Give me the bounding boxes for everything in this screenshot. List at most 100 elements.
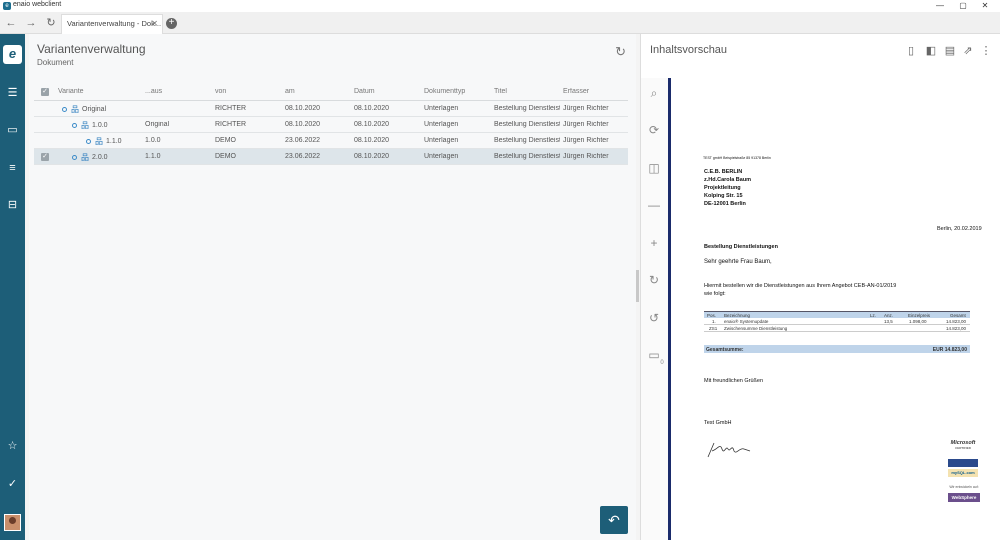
column-header-titel[interactable]: Titel (494, 88, 507, 95)
hierarchy-icon: 品 (81, 153, 89, 162)
expand-node-icon[interactable] (62, 107, 67, 112)
preview-title: Inhaltsvorschau (650, 44, 728, 56)
cell-bezeichnung: enaio® Systemupdate (724, 319, 769, 324)
cell-dokumenttyp: Unterlagen (424, 121, 459, 128)
rotate-ccw-icon[interactable]: ↺ (647, 311, 661, 325)
column-header-variante[interactable]: Variante (58, 88, 84, 95)
window-title: enaio webclient (13, 1, 62, 8)
cell-bezeichnung: Zwischensumme Dienstleistung (724, 326, 788, 331)
signature (707, 442, 751, 458)
external-icon[interactable]: ⇗ (961, 44, 975, 57)
cell-pos: 1. (712, 319, 716, 324)
address-line: DE-12001 Berlin (704, 201, 746, 207)
column-header-dokumenttyp[interactable]: Dokumenttyp (424, 88, 465, 95)
panel-splitter[interactable] (636, 270, 639, 302)
cell-titel: Bestellung Dienstleist (494, 121, 560, 128)
monitor-icon[interactable]: ▭ (4, 122, 21, 139)
we-develop-label: Wir entwickeln auf: (949, 485, 979, 489)
zoom-out-icon[interactable]: — (647, 198, 661, 212)
sync-icon[interactable]: ⟳ (647, 123, 661, 137)
letter-subject: Bestellung Dienstleistungen (704, 244, 778, 250)
tab-close-icon[interactable]: ✕ (151, 15, 158, 33)
preview-toolbar: ⌕ ⟳ ◫ — + ↻ ↺ ▭ 0 (641, 78, 668, 540)
variant-label: 1.1.0 (106, 138, 122, 145)
cell-erfasser: Jürgen Richter (563, 153, 609, 160)
variant-label: Original (82, 106, 107, 113)
cell-am: 23.06.2022 (285, 137, 321, 144)
tree-node[interactable]: 品 1.0.0 (72, 120, 108, 130)
preview-panel: Inhaltsvorschau ▯ ◧ ▤ ⇗ ⋮ ⌕ ⟳ ◫ — + ↻ ↺ … (640, 34, 1000, 540)
enaio-logo[interactable]: e (3, 45, 22, 64)
stack-icon[interactable]: ☰ (4, 85, 21, 102)
select-all-checkbox[interactable]: ✓ (41, 88, 49, 96)
order-total: Gesamtsumme: EUR 14.823,00 (704, 345, 970, 353)
cell-datum: 08.10.2020 (354, 121, 390, 128)
body-line: wie folgt: (704, 291, 726, 297)
expand-node-icon[interactable] (86, 139, 91, 144)
cell-von: DEMO (215, 153, 236, 160)
column-header-erfasser[interactable]: Erfasser (563, 88, 589, 95)
browser-tabbar: ← → ↻ Variantenverwaltung - Dok... ✕ + (0, 12, 1000, 34)
refresh-icon[interactable]: ↻ (615, 44, 626, 60)
star-icon[interactable]: ☆ (4, 438, 21, 455)
column-header-datum[interactable]: Datum (354, 88, 375, 95)
table-icon[interactable]: ▤ (943, 44, 957, 57)
tree-node[interactable]: 品 Original (62, 104, 106, 114)
cell-dokumenttyp: Unterlagen (424, 153, 459, 160)
sender-line: TEST gmbH Beispielstraße 85 91378 Berlin (703, 156, 771, 160)
page-subtitle: Dokument (37, 58, 74, 67)
cell-am: 08.10.2020 (285, 121, 321, 128)
column-header-von[interactable]: von (215, 88, 226, 95)
list-icon[interactable]: ≡ (4, 160, 21, 177)
variant-label: 2.0.0 (92, 154, 108, 161)
table-row[interactable]: 品 1.1.0 1.0.0 DEMO 23.06.2022 08.10.2020 … (34, 133, 628, 149)
back-button[interactable]: ↶ (600, 506, 628, 534)
table-row[interactable]: ✓ 品 2.0.0 1.1.0 DEMO 23.06.2022 08.10.202… (34, 149, 628, 165)
column-header-am[interactable]: am (285, 88, 295, 95)
cell-pos: ZS1 (709, 326, 718, 331)
address-line: C.E.B. BERLIN (704, 169, 743, 175)
tree-node[interactable]: 品 2.0.0 (72, 152, 108, 162)
more-icon[interactable]: ⋮ (979, 44, 993, 57)
cell-am: 08.10.2020 (285, 105, 321, 112)
back-arrow-icon[interactable]: ← (3, 16, 19, 30)
search-icon[interactable]: ⌕ (647, 86, 661, 101)
cell-von: RICHTER (215, 105, 247, 112)
cell-am: 23.06.2022 (285, 153, 321, 160)
table-row[interactable]: 品 1.0.0 Original RICHTER 08.10.2020 08.10… (34, 117, 628, 133)
body-line: Hiermit bestellen wir die Dienstleistung… (704, 283, 897, 289)
forward-arrow-icon[interactable]: → (23, 16, 39, 30)
reload-icon[interactable]: ↻ (43, 16, 59, 30)
browser-tab[interactable]: Variantenverwaltung - Dok... ✕ (61, 14, 163, 34)
tree-node[interactable]: 品 1.1.0 (86, 136, 122, 146)
split-icon[interactable]: ◧ (924, 44, 938, 57)
close-button[interactable]: ✕ (970, 0, 1000, 12)
avatar[interactable] (4, 514, 21, 531)
browser-tab-title: Variantenverwaltung - Dok... (67, 19, 162, 28)
closing: Mit freundlichen Grüßen (704, 378, 763, 384)
inbox-icon[interactable]: ⊟ (4, 197, 21, 214)
layout-icon[interactable]: ◫ (647, 161, 661, 175)
cell-einzelpreis: 1.098,00 (909, 319, 927, 324)
zoom-in-icon[interactable]: + (647, 236, 661, 250)
new-tab-button[interactable]: + (166, 18, 177, 29)
expand-node-icon[interactable] (72, 155, 77, 160)
app-logo: e (3, 2, 11, 10)
variant-panel-header: Variantenverwaltung Dokument ↻ (29, 34, 636, 74)
cell-erfasser: Jürgen Richter (563, 137, 609, 144)
window-titlebar: e enaio webclient — ▢ ✕ (0, 0, 1000, 12)
hierarchy-icon: 品 (95, 137, 103, 146)
cell-dokumenttyp: Unterlagen (424, 137, 459, 144)
check-circle-icon[interactable]: ✓ (4, 476, 21, 493)
rotate-cw-icon[interactable]: ↻ (647, 273, 661, 287)
cell-erfasser: Jürgen Richter (563, 105, 609, 112)
cell-aus: 1.1.0 (145, 153, 161, 160)
salutation: Sehr geehrte Frau Baum, (704, 259, 772, 265)
table-row[interactable]: 品 Original RICHTER 08.10.2020 08.10.2020 … (34, 101, 628, 117)
document-icon[interactable]: ▯ (904, 44, 918, 57)
row-checkbox[interactable]: ✓ (41, 153, 49, 161)
column-header-aus[interactable]: ...aus (145, 88, 162, 95)
hierarchy-icon: 品 (71, 105, 79, 114)
expand-node-icon[interactable] (72, 123, 77, 128)
total-value: EUR 14.823,00 (932, 346, 967, 353)
